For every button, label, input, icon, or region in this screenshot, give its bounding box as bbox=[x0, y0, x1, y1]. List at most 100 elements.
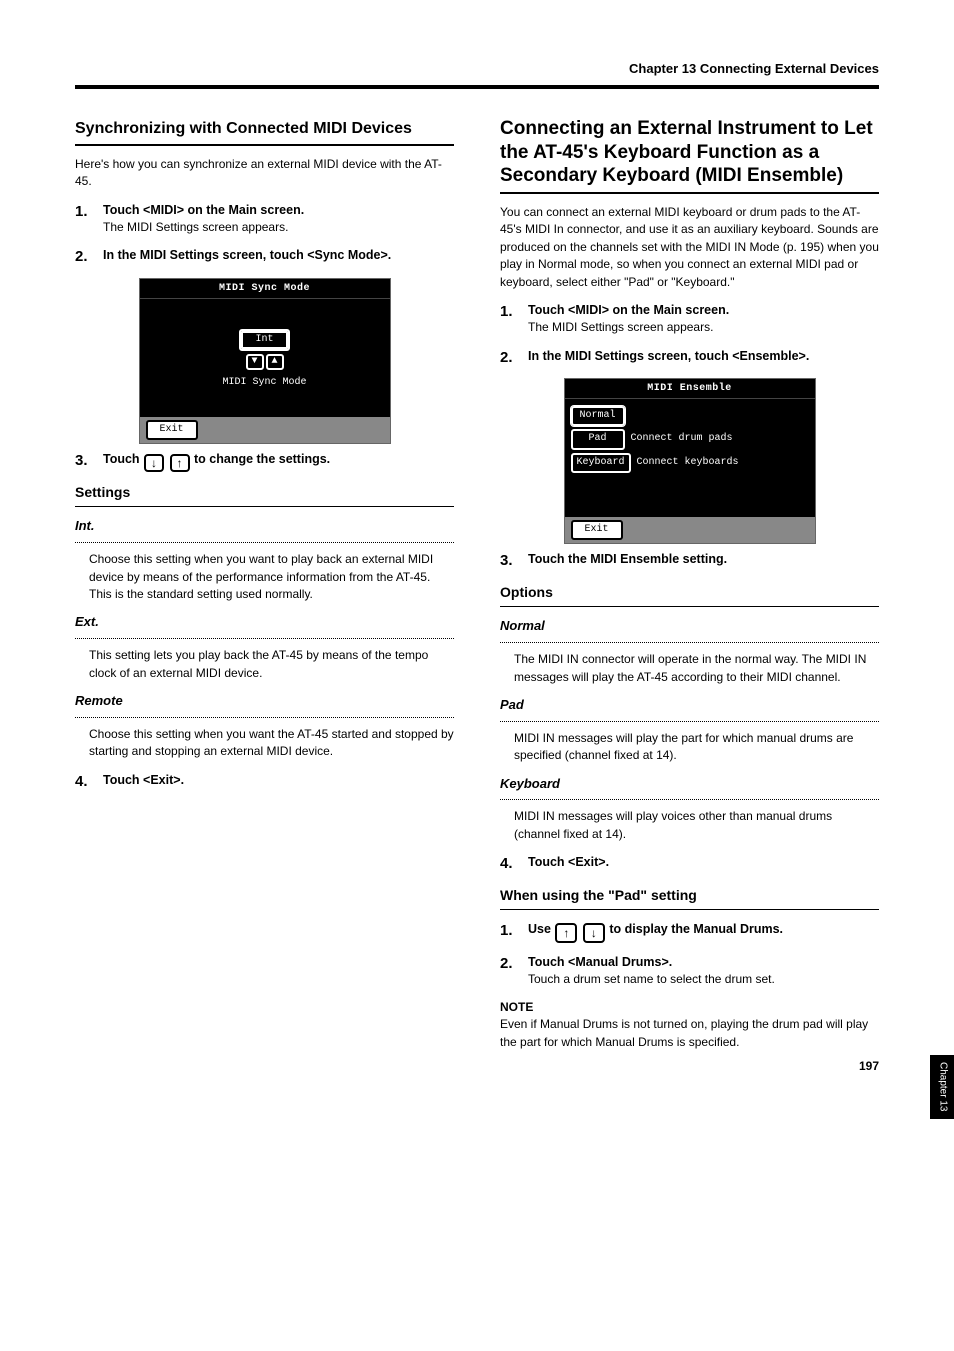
right-step-1: 1. Touch <MIDI> on the Main screen. The … bbox=[500, 301, 879, 337]
pad-step-2: 2. Touch <Manual Drums>. Touch a drum se… bbox=[500, 953, 879, 989]
lcd-exit-button[interactable]: Exit bbox=[571, 520, 623, 541]
right-step-3: 3. Touch the MIDI Ensemble setting. bbox=[500, 550, 879, 572]
setting-remote-body: Choose this setting when you want the AT… bbox=[75, 726, 454, 761]
two-column-layout: Synchronizing with Connected MIDI Device… bbox=[75, 117, 879, 1061]
dotted-divider bbox=[75, 542, 454, 543]
option-pad-body: MIDI IN messages will play the part for … bbox=[500, 730, 879, 765]
dotted-divider bbox=[75, 717, 454, 718]
arrow-up-icon[interactable]: ▲ bbox=[266, 354, 284, 370]
lcd-option-normal[interactable]: Normal bbox=[571, 406, 625, 427]
step-lead: Touch <MIDI> on the Main screen. bbox=[103, 201, 454, 219]
step-lead: Touch <Exit>. bbox=[528, 853, 879, 871]
left-step-3: 3. Touch ↓ ↑ to change the settings. bbox=[75, 450, 454, 472]
lcd-body: Int ▼ ▲ MIDI Sync Mode bbox=[140, 299, 390, 417]
lcd-body: Normal Pad Connect drum pads Keyboard Co… bbox=[565, 399, 815, 517]
note-heading: NOTE bbox=[500, 999, 879, 1016]
arrow-down-key-icon: ↓ bbox=[144, 454, 164, 472]
step-number: 2. bbox=[75, 246, 93, 268]
step-lead: In the MIDI Settings screen, touch <Sync… bbox=[103, 246, 454, 264]
right-section-title: Connecting an External Instrument to Let… bbox=[500, 117, 879, 188]
lcd-exit-button[interactable]: Exit bbox=[146, 420, 198, 441]
lcd-title: MIDI Sync Mode bbox=[140, 279, 390, 299]
step-lead: Touch <Exit>. bbox=[103, 771, 454, 789]
options-divider bbox=[500, 606, 879, 607]
step-lead: In the MIDI Settings screen, touch <Ense… bbox=[528, 347, 879, 365]
setting-int-body: Choose this setting when you want to pla… bbox=[75, 551, 454, 603]
sub-divider bbox=[500, 909, 879, 910]
lcd-value-box[interactable]: Int bbox=[239, 329, 289, 352]
lcd-option-keyboard-desc: Connect keyboards bbox=[637, 456, 739, 471]
setting-ext-body: This setting lets you play back the AT-4… bbox=[75, 647, 454, 682]
lcd-arrow-row: ▼ ▲ bbox=[246, 354, 284, 370]
lcd-option-keyboard-row: Keyboard Connect keyboards bbox=[571, 453, 809, 474]
step-number: 2. bbox=[500, 347, 518, 369]
right-column: Connecting an External Instrument to Let… bbox=[500, 117, 879, 1061]
arrow-up-key-icon: ↑ bbox=[170, 454, 190, 472]
step-lead: Touch <MIDI> on the Main screen. bbox=[528, 301, 879, 319]
lcd-title: MIDI Ensemble bbox=[565, 379, 815, 399]
lcd-option-pad-row: Pad Connect drum pads bbox=[571, 429, 809, 450]
dotted-divider bbox=[75, 638, 454, 639]
arrow-down-icon[interactable]: ▼ bbox=[246, 354, 264, 370]
option-normal-body: The MIDI IN connector will operate in th… bbox=[500, 651, 879, 686]
arrow-up-key-icon: ↑ bbox=[555, 923, 577, 943]
section-divider bbox=[500, 192, 879, 194]
step-lead: Touch ↓ ↑ to change the settings. bbox=[103, 450, 454, 472]
chapter-divider bbox=[75, 85, 879, 89]
lcd-screen-sync-mode: MIDI Sync Mode Int ▼ ▲ MIDI Sync Mode Ex… bbox=[139, 278, 391, 444]
pad-subheading: When using the "Pad" setting bbox=[500, 885, 879, 905]
dotted-divider bbox=[500, 721, 879, 722]
left-step-4: 4. Touch <Exit>. bbox=[75, 771, 454, 793]
lcd-center: Int ▼ ▲ MIDI Sync Mode bbox=[148, 305, 382, 391]
pad-step-1: 1. Use ↑ ↓ to display the Manual Drums. bbox=[500, 920, 879, 943]
left-section-title: Synchronizing with Connected MIDI Device… bbox=[75, 117, 454, 140]
dotted-divider bbox=[500, 799, 879, 800]
dotted-divider bbox=[500, 642, 879, 643]
step-body-text: The MIDI Settings screen appears. bbox=[103, 219, 454, 236]
page-number: 197 bbox=[859, 1058, 879, 1075]
step-number: 1. bbox=[500, 920, 518, 943]
lcd-option-pad[interactable]: Pad bbox=[571, 429, 625, 450]
side-tab: Chapter 13 bbox=[930, 1055, 954, 1119]
lcd-screen-ensemble: MIDI Ensemble Normal Pad Connect drum pa… bbox=[564, 378, 816, 544]
options-heading: Options bbox=[500, 582, 879, 602]
step-number: 3. bbox=[75, 450, 93, 472]
option-pad-label: Pad bbox=[500, 696, 879, 715]
step-number: 4. bbox=[75, 771, 93, 793]
manual-page: Chapter 13 Connecting External Devices S… bbox=[0, 0, 954, 1101]
lcd-option-keyboard[interactable]: Keyboard bbox=[571, 453, 631, 474]
lcd-option-normal-row: Normal bbox=[571, 406, 809, 427]
lcd-footer: Exit bbox=[565, 517, 815, 544]
option-keyboard-label: Keyboard bbox=[500, 775, 879, 794]
step-number: 1. bbox=[500, 301, 518, 337]
lcd-footer: Exit bbox=[140, 417, 390, 444]
settings-heading: Settings bbox=[75, 482, 454, 502]
option-keyboard-body: MIDI IN messages will play voices other … bbox=[500, 808, 879, 843]
arrow-down-key-icon: ↓ bbox=[583, 923, 605, 943]
step-lead-suffix: to change the settings. bbox=[194, 452, 330, 466]
lcd-option-pad-desc: Connect drum pads bbox=[631, 432, 733, 447]
step-number: 1. bbox=[75, 201, 93, 237]
step-lead: Touch the MIDI Ensemble setting. bbox=[528, 550, 879, 568]
lcd-caption: MIDI Sync Mode bbox=[222, 376, 306, 391]
step-body-text: Touch a drum set name to select the drum… bbox=[528, 971, 879, 988]
settings-divider bbox=[75, 506, 454, 507]
option-normal-label: Normal bbox=[500, 617, 879, 636]
setting-int-label: Int. bbox=[75, 517, 454, 536]
left-column: Synchronizing with Connected MIDI Device… bbox=[75, 117, 454, 1061]
step-lead-prefix: Use bbox=[528, 922, 554, 936]
left-step-1: 1. Touch <MIDI> on the Main screen. The … bbox=[75, 201, 454, 237]
step-lead: Touch <Manual Drums>. bbox=[528, 953, 879, 971]
left-intro: Here's how you can synchronize an extern… bbox=[75, 156, 454, 191]
left-step-2: 2. In the MIDI Settings screen, touch <S… bbox=[75, 246, 454, 268]
note-body: Even if Manual Drums is not turned on, p… bbox=[500, 1016, 879, 1051]
step-body-text: The MIDI Settings screen appears. bbox=[528, 319, 879, 336]
right-step-4: 4. Touch <Exit>. bbox=[500, 853, 879, 875]
step-lead: Use ↑ ↓ to display the Manual Drums. bbox=[528, 920, 879, 943]
section-divider bbox=[75, 144, 454, 146]
step-number: 4. bbox=[500, 853, 518, 875]
step-lead-suffix: to display the Manual Drums. bbox=[609, 922, 783, 936]
step-number: 2. bbox=[500, 953, 518, 989]
right-intro: You can connect an external MIDI keyboar… bbox=[500, 204, 879, 291]
setting-ext-label: Ext. bbox=[75, 613, 454, 632]
